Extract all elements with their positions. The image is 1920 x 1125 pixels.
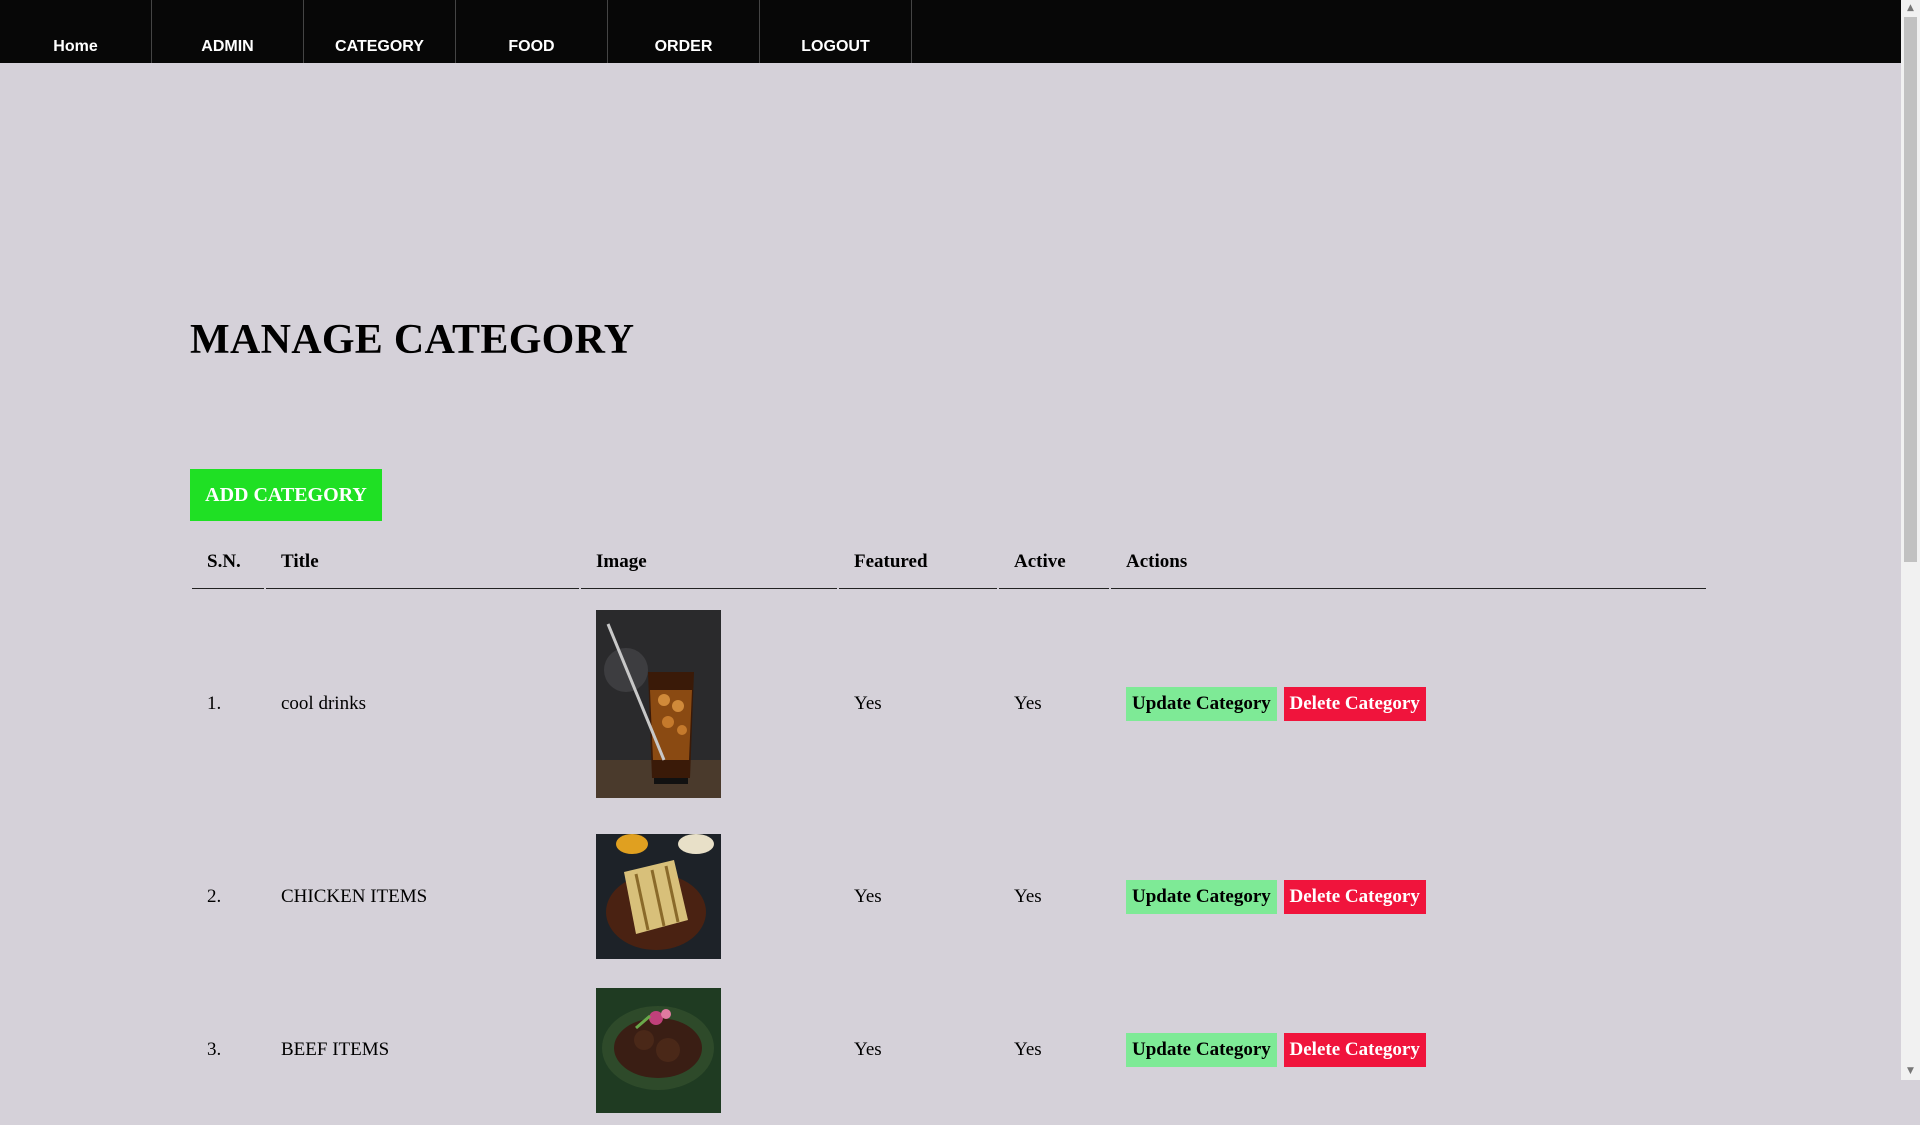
nav-food[interactable]: FOOD [456,0,608,63]
scroll-up-arrow-icon[interactable]: ▲ [1901,0,1920,17]
header-image: Image [581,536,837,589]
nav-admin[interactable]: ADMIN [152,0,304,63]
update-category-button[interactable]: Update Category [1126,879,1277,914]
row-featured: Yes [854,692,882,714]
header-actions: Actions [1111,536,1706,589]
header-featured: Featured [839,536,997,589]
nav-category[interactable]: CATEGORY [304,0,456,63]
nav-home[interactable]: Home [0,0,152,63]
page-title: MANAGE CATEGORY [190,317,635,363]
row-image-cell [581,975,837,1125]
row-title: BEEF ITEMS [281,1039,390,1060]
nav-category-label: CATEGORY [335,38,424,55]
vertical-scrollbar[interactable]: ▲ ▼ [1901,0,1920,1080]
nav-logout[interactable]: LOGOUT [760,0,912,63]
update-category-button[interactable]: Update Category [1126,686,1277,721]
row-actions: Update Category Delete Category [1111,818,1706,975]
nav-order[interactable]: ORDER [608,0,760,63]
nav-order-label: ORDER [654,38,713,55]
add-category-button[interactable]: ADD CATEGORY [190,469,382,521]
row-image-cell [581,589,837,818]
beef-items-image [596,987,721,1113]
row-featured: Yes [854,885,882,907]
row-image-cell [581,818,837,975]
chicken-items-image [596,834,721,959]
row-title: CHICKEN ITEMS [281,885,428,907]
nav-admin-label: ADMIN [201,38,254,55]
table-row: 1. cool drinks Yes Yes Update Category D… [192,589,1706,818]
delete-category-button[interactable]: Delete Category [1283,1033,1426,1067]
table-row: 3. BEEF ITEMS Yes Yes Update Category De… [192,975,1706,1125]
table-header-row: S.N. Title Image Featured Active Actions [192,536,1706,589]
row-active: Yes [1014,692,1042,714]
table-row: 2. CHICKEN ITEMS Yes Yes Update Category [192,818,1706,975]
nav-logout-label: LOGOUT [801,38,870,55]
nav-home-label: Home [53,38,98,55]
row-sn: 1. [207,692,222,714]
row-actions: Update Category Delete Category [1111,975,1706,1125]
row-active: Yes [1014,885,1042,907]
cool-drinks-image [596,609,721,798]
row-sn: 2. [207,885,222,907]
row-title: cool drinks [281,692,366,714]
header-sn: S.N. [192,536,264,589]
delete-category-button[interactable]: Delete Category [1283,879,1426,914]
delete-category-button[interactable]: Delete Category [1283,686,1426,721]
category-table: S.N. Title Image Featured Active Actions… [190,536,1708,1125]
header-active: Active [999,536,1109,589]
scroll-down-arrow-icon[interactable]: ▼ [1901,1063,1920,1080]
row-featured: Yes [854,1039,882,1060]
scrollbar-thumb[interactable] [1904,17,1917,562]
header-title: Title [266,536,579,589]
row-actions: Update Category Delete Category [1111,589,1706,818]
row-active: Yes [1014,1039,1042,1060]
nav-food-label: FOOD [508,38,555,55]
row-sn: 3. [207,1039,222,1060]
top-navbar: Home ADMIN CATEGORY FOOD ORDER LOGOUT [0,0,1901,63]
update-category-button[interactable]: Update Category [1126,1033,1277,1067]
